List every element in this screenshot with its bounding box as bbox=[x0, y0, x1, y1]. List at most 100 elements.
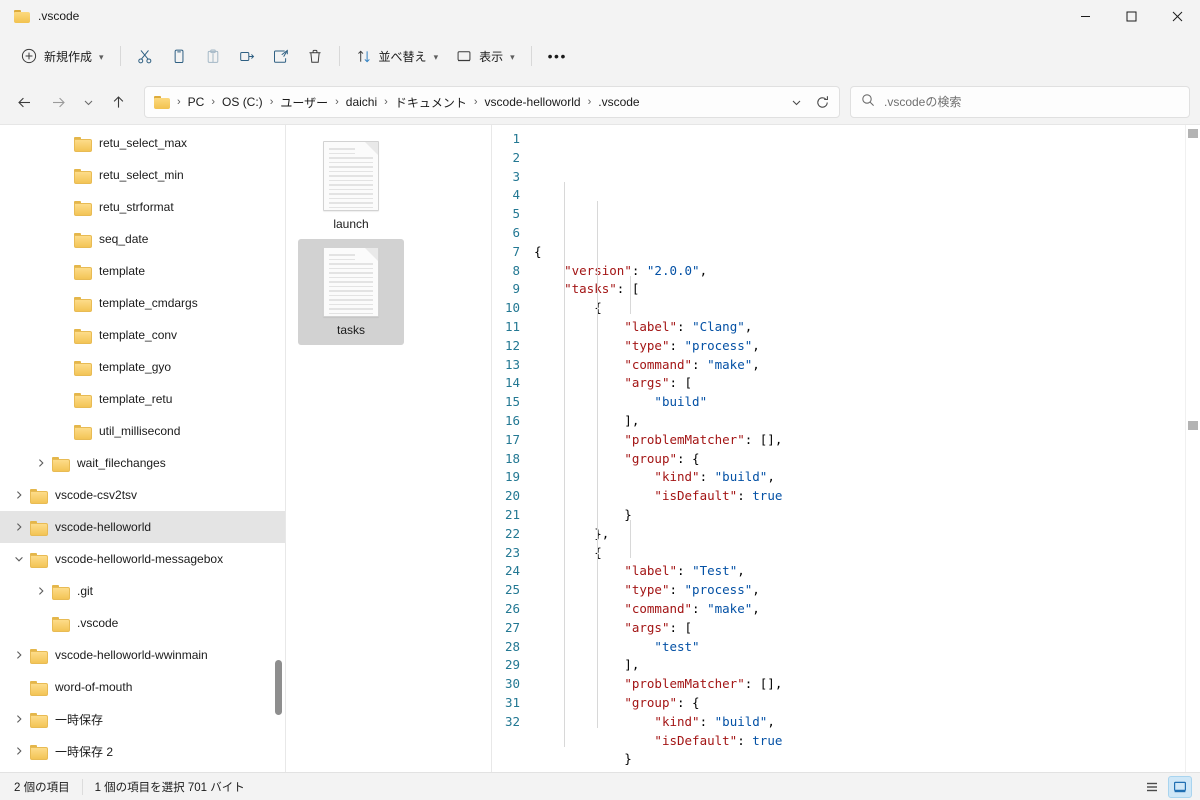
search-input[interactable] bbox=[884, 95, 1179, 109]
line-number: 8 bbox=[512, 262, 520, 278]
details-view-button[interactable] bbox=[1168, 775, 1192, 798]
tree-item-util_millisecond[interactable]: util_millisecond bbox=[0, 415, 285, 447]
address-bar[interactable]: › PC › OS (C:) › ユーザー › daichi › ドキュメント › vscode-he… bbox=[144, 86, 840, 118]
breadcrumb-item-0[interactable]: PC bbox=[183, 92, 210, 112]
code-content[interactable]: { "version": "2.0.0", "tasks": [ { "labe… bbox=[534, 130, 1185, 772]
title-bar: .vscode bbox=[0, 0, 1200, 32]
code-token: : [ bbox=[616, 281, 640, 297]
cut-button[interactable] bbox=[128, 40, 162, 72]
code-line: "command": "make", bbox=[534, 356, 1185, 375]
breadcrumb-item-5[interactable]: vscode-helloworld bbox=[480, 92, 586, 112]
tree-item-template_gyo[interactable]: template_gyo bbox=[0, 351, 285, 383]
forward-button[interactable] bbox=[42, 86, 74, 118]
preview-scrollbar[interactable] bbox=[1185, 125, 1200, 772]
code-token: "test" bbox=[654, 638, 700, 654]
chevron-right-icon[interactable] bbox=[30, 458, 52, 468]
breadcrumb-item-2[interactable]: ユーザー bbox=[275, 91, 333, 114]
tree-item-seq_date[interactable]: seq_date bbox=[0, 223, 285, 255]
close-button[interactable] bbox=[1154, 0, 1200, 32]
tree-item-template[interactable]: template bbox=[0, 255, 285, 287]
tree-item-label: 一時保存 2 bbox=[55, 744, 114, 759]
code-token: : bbox=[692, 600, 708, 616]
list-view-button[interactable] bbox=[1140, 776, 1164, 798]
tree-item-template_retu[interactable]: template_retu bbox=[0, 383, 285, 415]
tree-item-word-of-mouth[interactable]: word-of-mouth bbox=[0, 671, 285, 703]
code-token: "label" bbox=[624, 318, 677, 334]
code-token: : bbox=[699, 469, 715, 485]
tree-item-.vscode[interactable]: .vscode bbox=[0, 607, 285, 639]
line-number: 16 bbox=[504, 412, 520, 428]
line-number: 1 bbox=[512, 131, 520, 146]
tree-item-retu_select_min[interactable]: retu_select_min bbox=[0, 159, 285, 191]
rename-button[interactable] bbox=[230, 40, 264, 72]
up-button[interactable] bbox=[102, 86, 134, 118]
paste-button[interactable] bbox=[196, 40, 230, 72]
more-options-button[interactable]: ••• bbox=[539, 40, 576, 72]
tree-item-一時保存 2[interactable]: 一時保存 2 bbox=[0, 735, 285, 767]
tree-item-vscode-helloworld[interactable]: vscode-helloworld bbox=[0, 511, 285, 543]
tree-item-retu_strformat[interactable]: retu_strformat bbox=[0, 191, 285, 223]
delete-button[interactable] bbox=[298, 40, 332, 72]
code-token: , bbox=[752, 582, 760, 598]
tree-item-wait_filechanges[interactable]: wait_filechanges bbox=[0, 447, 285, 479]
tree-item-.git[interactable]: .git bbox=[0, 575, 285, 607]
line-number: 18 bbox=[504, 450, 520, 466]
chevron-right-icon[interactable] bbox=[30, 586, 52, 596]
rename-icon bbox=[239, 48, 255, 64]
back-button[interactable] bbox=[8, 86, 40, 118]
plus-circle-icon bbox=[21, 48, 37, 64]
refresh-button[interactable] bbox=[809, 89, 835, 115]
chevron-right-icon[interactable] bbox=[8, 650, 30, 660]
file-tile-launch[interactable]: launch bbox=[298, 133, 404, 239]
new-button[interactable]: 新規作成 ▾ bbox=[12, 40, 113, 72]
window-title: .vscode bbox=[38, 9, 80, 23]
breadcrumb-separator: › bbox=[473, 96, 478, 108]
navigation-pane-scrollbar-thumb[interactable] bbox=[275, 660, 282, 715]
code-line: "group": { bbox=[534, 450, 1185, 469]
tree-item-vscode-helloworld-messagebox[interactable]: vscode-helloworld-messagebox bbox=[0, 543, 285, 575]
code-line: } bbox=[534, 750, 1185, 769]
file-tile-label: tasks bbox=[336, 323, 365, 337]
line-number: 30 bbox=[504, 676, 520, 692]
tree-item-template_cmdargs[interactable]: template_cmdargs bbox=[0, 287, 285, 319]
share-button[interactable] bbox=[264, 40, 298, 72]
tree-item-一時保存[interactable]: 一時保存 bbox=[0, 703, 285, 735]
command-bar: 新規作成 ▾ 並べ替え ▾ 表示 ▾ ••• bbox=[0, 32, 1200, 80]
search-box[interactable] bbox=[850, 86, 1190, 118]
code-token: } bbox=[534, 506, 632, 522]
recent-locations-button[interactable] bbox=[76, 86, 100, 118]
tree-item-vscode-csv2tsv[interactable]: vscode-csv2tsv bbox=[0, 479, 285, 511]
copy-button[interactable] bbox=[162, 40, 196, 72]
code-line: "type": "process", bbox=[534, 581, 1185, 600]
chevron-right-icon[interactable] bbox=[8, 746, 30, 756]
tree-item-template_conv[interactable]: template_conv bbox=[0, 319, 285, 351]
scrollbar-marker bbox=[1188, 421, 1198, 430]
breadcrumb-item-4[interactable]: ドキュメント bbox=[390, 91, 472, 114]
chevron-right-icon[interactable] bbox=[8, 522, 30, 532]
tree-item-label: retu_select_min bbox=[99, 168, 184, 182]
navigation-pane: retu_select_max retu_select_min retu_strfo… bbox=[0, 125, 286, 772]
tree-item-label: seq_date bbox=[99, 232, 149, 246]
code-token: "group" bbox=[624, 450, 677, 466]
line-number: 2 bbox=[512, 149, 520, 165]
sort-button[interactable]: 並べ替え ▾ bbox=[347, 40, 448, 72]
view-button[interactable]: 表示 ▾ bbox=[447, 40, 524, 72]
breadcrumb-item-3[interactable]: daichi bbox=[341, 92, 382, 112]
file-tile-tasks[interactable]: tasks bbox=[298, 239, 404, 345]
line-number: 20 bbox=[504, 488, 520, 504]
code-token: : { bbox=[677, 694, 700, 710]
chevron-right-icon[interactable] bbox=[8, 714, 30, 724]
address-dropdown-button[interactable] bbox=[783, 89, 809, 115]
tree-item-retu_select_max[interactable]: retu_select_max bbox=[0, 127, 285, 159]
breadcrumb-item-1[interactable]: OS (C:) bbox=[217, 92, 268, 112]
minimize-button[interactable] bbox=[1062, 0, 1108, 32]
maximize-button[interactable] bbox=[1108, 0, 1154, 32]
chevron-down-icon[interactable] bbox=[8, 554, 30, 564]
code-token: "type" bbox=[624, 582, 670, 598]
chevron-right-icon[interactable] bbox=[8, 490, 30, 500]
file-tile-label: launch bbox=[333, 217, 369, 231]
breadcrumb-item-6[interactable]: .vscode bbox=[593, 92, 644, 112]
tree-item-vscode-helloworld-wwinmain[interactable]: vscode-helloworld-wwinmain bbox=[0, 639, 285, 671]
